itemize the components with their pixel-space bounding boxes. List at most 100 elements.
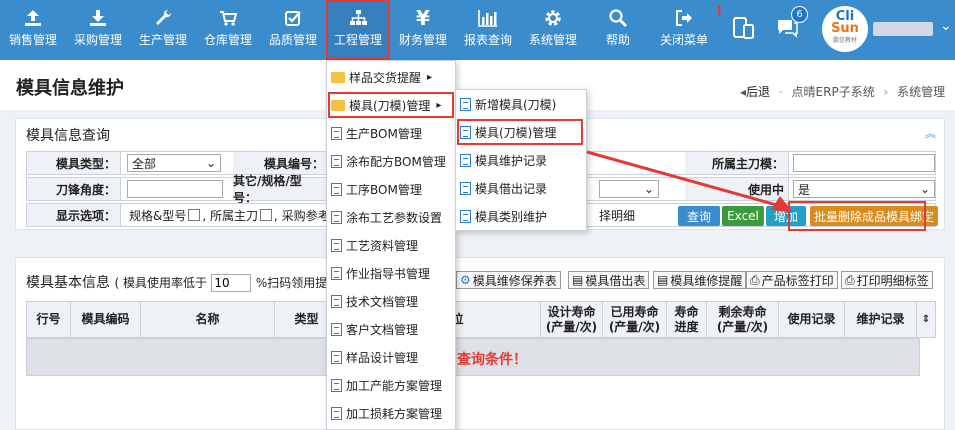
- checkbox-icon: [285, 11, 301, 26]
- document-icon: [460, 209, 471, 223]
- label-print-button[interactable]: ⎙ 产品标签打印: [746, 271, 838, 289]
- printer-icon: ⎙: [845, 272, 855, 287]
- nav-purchase[interactable]: 采购管理: [68, 0, 128, 60]
- tool-label: 模具维修保养表: [472, 273, 557, 288]
- menu-item-mold-management[interactable]: 模具(刀模)管理 ▸: [327, 91, 455, 119]
- user-name-redacted[interactable]: [873, 22, 933, 36]
- menu-item-sample-reminder[interactable]: 样品交货提醒 ▸: [327, 63, 455, 91]
- tool-label: 模具借出表: [585, 273, 646, 288]
- document-icon: [460, 153, 471, 167]
- menu-label: 涂布工艺参数设置: [346, 210, 443, 225]
- spec-label: 其它/规格/型号：: [233, 174, 329, 205]
- nav-quality[interactable]: 品质管理: [264, 0, 322, 60]
- mold-submenu: 新增模具(刀模) 模具(刀模)管理 模具维护记录 模具借出记录 模具类别维护: [455, 89, 587, 231]
- menu-item-capacity-plan[interactable]: 加工产能方案管理: [327, 371, 442, 399]
- nav-label: 帮助: [605, 33, 630, 47]
- crumb-erp[interactable]: 点晴ERP子系统: [792, 85, 875, 99]
- table-header: 行号 模具编码 名称 类型 仓库货位 设计寿命 (产量/次) 已用寿命 (产量/…: [26, 301, 936, 338]
- upload-icon: [25, 10, 41, 26]
- chevron-down-icon: ⌄: [205, 156, 216, 170]
- nav-label: 关闭菜单: [659, 33, 708, 47]
- col-header[interactable]: 使用记录: [779, 302, 845, 337]
- type-select[interactable]: 全部 ⌄: [127, 154, 221, 172]
- usage-rate-input[interactable]: [211, 274, 252, 292]
- col-header[interactable]: 维护记录: [845, 302, 917, 337]
- menu-item-mold-manage[interactable]: 模具(刀模)管理: [456, 118, 584, 146]
- nav-system[interactable]: 系统管理: [522, 0, 584, 60]
- menu-label: 新增模具(刀模): [475, 97, 557, 112]
- col-header[interactable]: 行号: [27, 302, 71, 337]
- detail-label-print-button[interactable]: ⎙ 打印明细标签: [841, 271, 933, 289]
- opt-knife-label: , 所属主刀: [202, 208, 258, 223]
- highlight-box: [788, 201, 926, 231]
- menu-item-process-bom[interactable]: 工序BOM管理: [327, 175, 422, 203]
- menu-label: 模具维护记录: [475, 153, 548, 168]
- menu-item-coating-bom[interactable]: 涂布配方BOM管理: [327, 147, 446, 175]
- chevron-down-icon[interactable]: ⌄: [940, 18, 952, 34]
- menu-item-customer-docs[interactable]: 客户文档管理: [327, 315, 418, 343]
- nav-sales[interactable]: 销售管理: [4, 0, 62, 60]
- menu-item-tech-docs[interactable]: 技术文档管理: [327, 287, 418, 315]
- col-header[interactable]: 剩余寿命 (产量/次): [707, 302, 779, 337]
- menu-item-sample-design[interactable]: 样品设计管理: [327, 343, 418, 371]
- page-title: 模具信息维护: [16, 78, 124, 99]
- nav-label: 品质管理: [268, 33, 317, 47]
- nav-label: 销售管理: [8, 33, 57, 47]
- opt-knife-checkbox[interactable]: [260, 209, 272, 221]
- breadcrumb: ◂后退 · 点晴ERP子系统 › 系统管理: [740, 85, 946, 99]
- back-link[interactable]: ◂后退: [740, 85, 770, 99]
- query-title: 模具信息查询: [26, 128, 110, 144]
- nav-label: 仓库管理: [203, 33, 252, 47]
- nav-engineering[interactable]: 工程管理: [326, 0, 390, 60]
- lend-report-button[interactable]: ▤ 模具借出表: [568, 271, 650, 289]
- menu-label: 作业指导书管理: [346, 266, 431, 281]
- tool-label: 模具维修提醒: [670, 273, 743, 288]
- crumb-system[interactable]: 系统管理: [897, 85, 945, 99]
- menu-label: 技术文档管理: [346, 294, 419, 309]
- menu-item-lend-records[interactable]: 模具借出记录: [456, 174, 547, 202]
- nav-reports[interactable]: 报表查询: [458, 0, 518, 60]
- menu-item-category[interactable]: 模具类别维护: [456, 202, 547, 230]
- sort-icon[interactable]: ⇕: [917, 302, 935, 337]
- nav-warehouse[interactable]: 仓库管理: [198, 0, 258, 60]
- angle-input[interactable]: [127, 180, 223, 198]
- annotation-arrow: [586, 150, 793, 212]
- menu-item-maintenance-records[interactable]: 模具维护记录: [456, 146, 547, 174]
- menu-item-new-mold[interactable]: 新增模具(刀模): [456, 90, 556, 118]
- opt-spec-label: 规格&型号: [129, 208, 187, 223]
- list-icon: ▤: [572, 273, 584, 287]
- maintenance-report-button[interactable]: ⚙ 模具维修保养表: [456, 271, 561, 289]
- col-header[interactable]: 已用寿命 (产量/次): [603, 302, 667, 337]
- empty-result-row: 查询条件！: [26, 338, 920, 376]
- collapse-icon[interactable]: ︽: [925, 125, 936, 141]
- col-header[interactable]: 名称: [141, 302, 275, 337]
- repair-reminder-button[interactable]: ▤ 模具维修提醒: [653, 271, 747, 289]
- menu-item-work-instructions[interactable]: 作业指导书管理: [327, 259, 430, 287]
- opt-spec-checkbox[interactable]: [188, 209, 201, 221]
- nav-production[interactable]: 生产管理: [134, 0, 192, 60]
- menu-label: 样品设计管理: [346, 350, 419, 365]
- nav-help[interactable]: 帮助: [594, 0, 642, 60]
- nav-close-menu[interactable]: 关闭菜单: [652, 0, 716, 60]
- nav-finance[interactable]: ¥ 财务管理: [394, 0, 452, 60]
- menu-item-process-docs[interactable]: 工艺资料管理: [327, 231, 418, 259]
- menu-item-loss-plan[interactable]: 加工损耗方案管理: [327, 399, 442, 427]
- document-icon: [460, 125, 471, 139]
- logo-text-mid: Sun: [831, 21, 859, 36]
- search-icon: [609, 9, 628, 28]
- menu-item-coating-params[interactable]: 涂布工艺参数设置: [327, 203, 442, 231]
- col-header[interactable]: 寿命 进度: [667, 302, 707, 337]
- col-header[interactable]: 设计寿命 (产量/次): [541, 302, 603, 337]
- menu-label: 模具借出记录: [475, 181, 548, 196]
- knife-input[interactable]: [793, 154, 935, 172]
- menu-item-bom[interactable]: 生产BOM管理: [327, 119, 422, 147]
- gear-icon: [545, 10, 561, 26]
- document-icon: [331, 322, 342, 336]
- use-select[interactable]: 是 ⌄: [793, 180, 935, 198]
- col-header[interactable]: 模具编码: [71, 302, 141, 337]
- document-icon: [331, 182, 342, 196]
- mobile-icon[interactable]: [731, 16, 755, 40]
- sitemap-icon: [350, 10, 367, 25]
- menu-label: 模具(刀模)管理: [475, 125, 557, 140]
- nav-label: 报表查询: [463, 33, 512, 47]
